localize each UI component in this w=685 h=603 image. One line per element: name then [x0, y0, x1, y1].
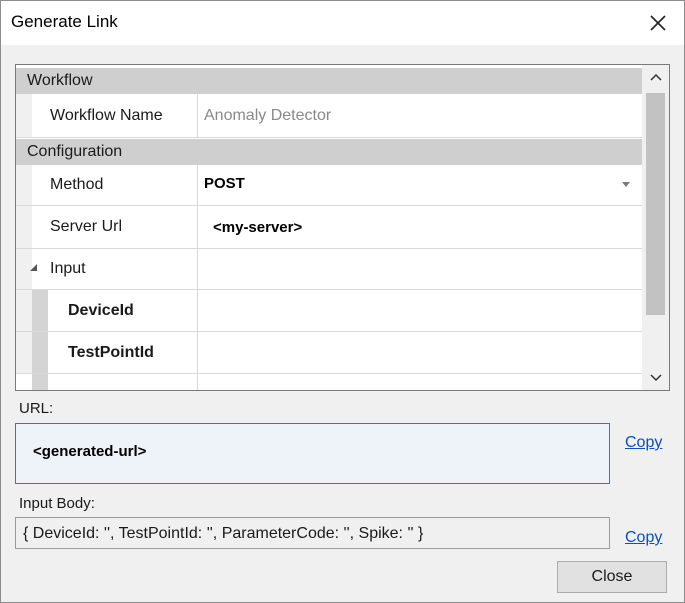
- property-name: Server Url: [50, 218, 123, 235]
- row-workflow-name[interactable]: Workflow Name Anomaly Detector: [16, 94, 642, 138]
- copy-input-body-link[interactable]: Copy: [625, 529, 662, 547]
- url-label: URL:: [19, 400, 54, 417]
- expander-icon[interactable]: [30, 264, 37, 271]
- column-divider: [197, 206, 198, 248]
- url-value: <generated-url>: [33, 443, 147, 460]
- row-server-url[interactable]: Server Url <my-server>: [16, 206, 642, 249]
- column-divider: [197, 290, 198, 331]
- category-label: Configuration: [27, 143, 123, 160]
- category-workflow[interactable]: Workflow: [16, 68, 642, 94]
- input-body-value: { DeviceId: '', TestPointId: '', Paramet…: [23, 525, 424, 542]
- chevron-down-icon[interactable]: [622, 182, 630, 187]
- dialog-title: Generate Link: [11, 12, 118, 31]
- column-divider: [197, 332, 198, 373]
- scrollbar-thumb[interactable]: [646, 93, 665, 315]
- generate-link-dialog: Generate Link Workflow Workflow Name Ano…: [0, 0, 685, 603]
- scroll-up-icon[interactable]: [642, 65, 669, 89]
- property-name: DeviceId: [68, 301, 134, 319]
- property-name: Input: [50, 260, 86, 277]
- category-label: Workflow: [27, 72, 93, 89]
- row-method[interactable]: Method POST: [16, 165, 642, 206]
- close-icon[interactable]: [642, 7, 674, 39]
- property-name: Method: [50, 176, 104, 193]
- property-grid[interactable]: Workflow Workflow Name Anomaly Detector …: [15, 64, 670, 391]
- input-body-label: Input Body:: [19, 495, 95, 512]
- column-divider: [197, 94, 198, 137]
- copy-url-link[interactable]: Copy: [625, 434, 662, 452]
- close-button[interactable]: Close: [557, 561, 667, 593]
- vertical-scrollbar[interactable]: [642, 65, 669, 390]
- scroll-down-icon[interactable]: [642, 366, 669, 390]
- column-divider: [197, 165, 198, 205]
- title-bar: Generate Link: [1, 1, 684, 45]
- row-test-point-id[interactable]: TestPointId: [16, 332, 642, 374]
- input-body-field[interactable]: { DeviceId: '', TestPointId: '', Paramet…: [15, 517, 610, 549]
- property-name: TestPointId: [68, 343, 154, 361]
- url-field[interactable]: <generated-url>: [15, 423, 610, 484]
- row-input[interactable]: Input: [16, 249, 642, 290]
- column-divider: [197, 374, 198, 390]
- category-configuration[interactable]: Configuration: [16, 139, 642, 165]
- row-device-id[interactable]: DeviceId: [16, 290, 642, 332]
- property-name: Workflow Name: [50, 106, 163, 124]
- column-divider: [197, 249, 198, 289]
- workflow-name-value[interactable]: Anomaly Detector: [204, 94, 331, 137]
- row-partial: [16, 374, 642, 390]
- method-select[interactable]: POST: [204, 165, 245, 205]
- server-url-value[interactable]: <my-server>: [213, 206, 302, 248]
